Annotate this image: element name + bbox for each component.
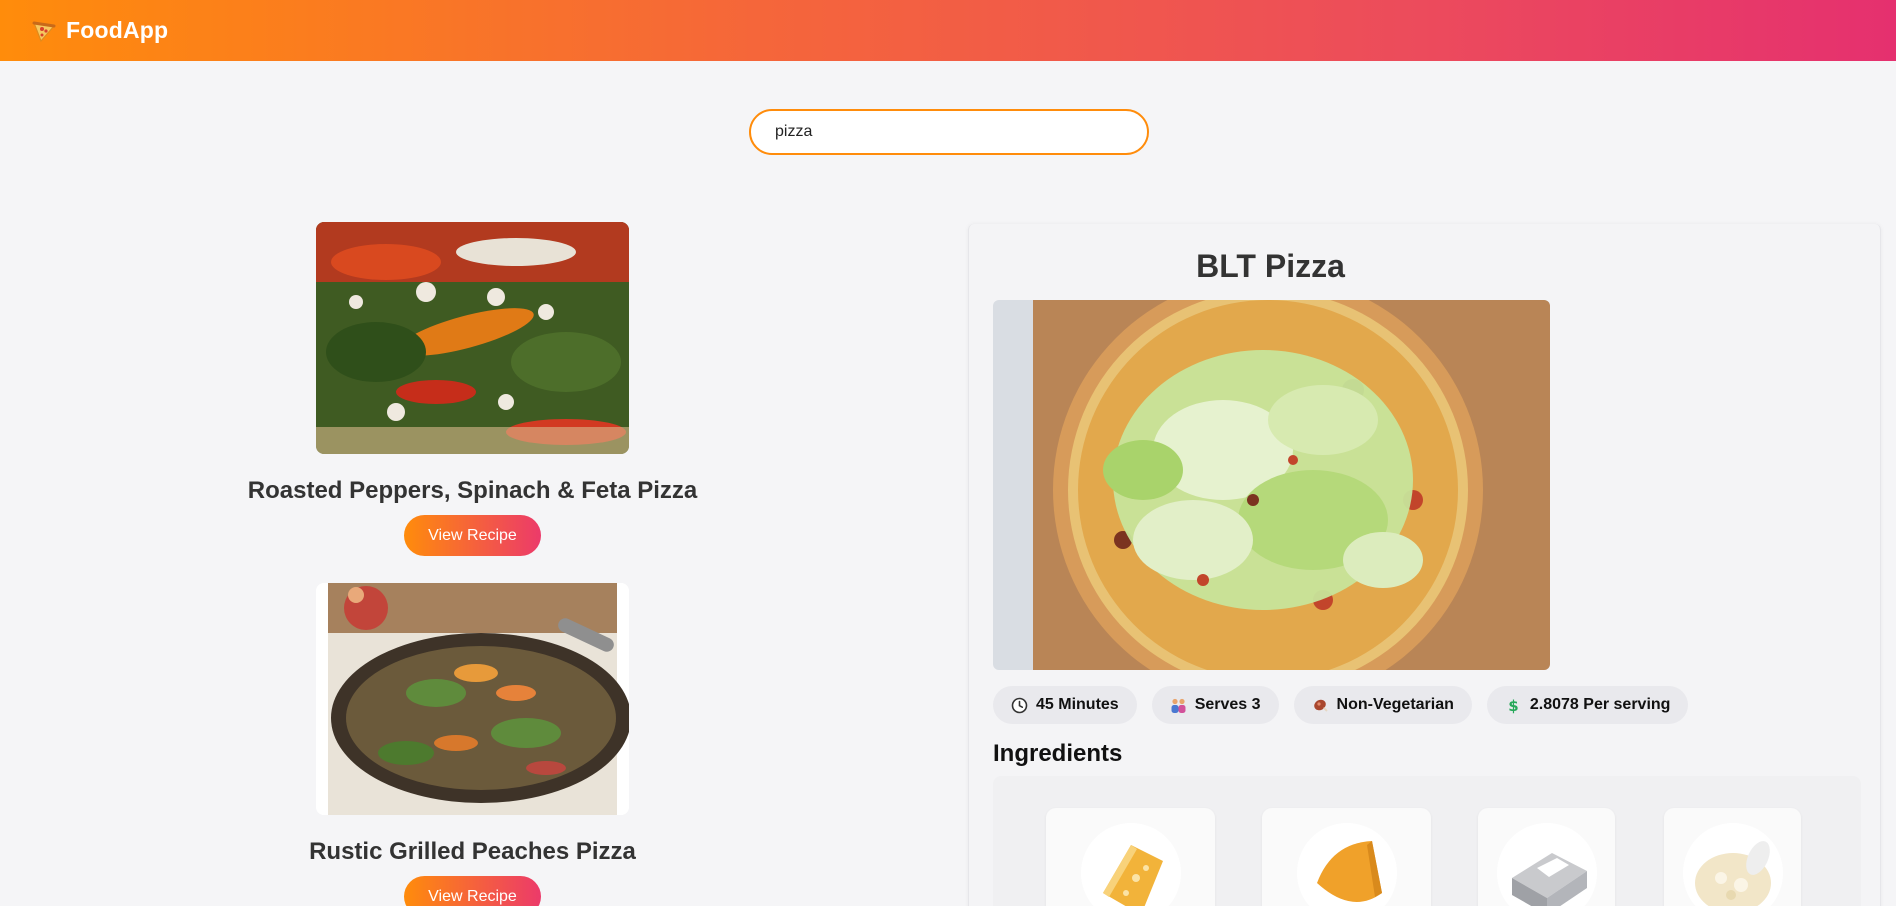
recipe-meta-row: 45 Minutes Serves 3 Non-Vegetarian $ 2.8… [993, 686, 1689, 724]
price-badge: $ 2.8078 Per serving [1486, 686, 1689, 724]
servings-badge: Serves 3 [1151, 686, 1279, 724]
ingredient-card[interactable] [1478, 808, 1615, 906]
recipe-thumbnail[interactable] [316, 222, 629, 454]
view-recipe-button[interactable]: View Recipe [404, 876, 541, 906]
diet-text: Non-Vegetarian [1336, 696, 1454, 713]
meat-icon [1312, 697, 1329, 714]
time-badge: 45 Minutes [993, 686, 1137, 724]
recipe-detail-image [993, 300, 1550, 670]
dollar-icon: $ [1505, 697, 1522, 715]
pizza-slice-icon [30, 17, 58, 45]
diet-badge: Non-Vegetarian [1293, 686, 1472, 724]
ingredient-card[interactable] [1046, 808, 1215, 906]
brand-logo-link[interactable]: FoodApp [30, 17, 168, 45]
recipe-detail-panel: BLT Pizza 45 Minutes Serves 3 Non-Vegeta… [968, 224, 1881, 906]
top-navbar: FoodApp [0, 0, 1896, 61]
clock-icon [1011, 697, 1028, 714]
ingredient-image [1682, 823, 1783, 906]
recipe-title: Roasted Peppers, Spinach & Feta Pizza [247, 477, 698, 504]
people-icon [1170, 697, 1187, 714]
recipe-title: Rustic Grilled Peaches Pizza [309, 838, 636, 865]
ingredient-image [1296, 823, 1397, 906]
ingredients-grid [993, 776, 1861, 906]
brand-name: FoodApp [66, 17, 169, 43]
ingredient-image [1080, 823, 1181, 906]
view-recipe-button[interactable]: View Recipe [404, 515, 541, 556]
ingredient-image [1496, 823, 1597, 906]
search-input[interactable] [749, 109, 1149, 155]
svg-text:$: $ [1508, 697, 1518, 714]
price-text: 2.8078 Per serving [1529, 696, 1671, 713]
ingredient-card[interactable] [1262, 808, 1431, 906]
search-bar [749, 109, 1149, 155]
recipe-thumbnail[interactable] [316, 583, 629, 815]
recipe-card: Roasted Peppers, Spinach & Feta Pizza Vi… [200, 222, 745, 556]
ingredients-heading: Ingredients [993, 740, 1123, 767]
time-text: 45 Minutes [1036, 696, 1119, 713]
recipe-card: Rustic Grilled Peaches Pizza View Recipe [200, 583, 745, 906]
servings-text: Serves 3 [1194, 696, 1261, 713]
ingredient-card[interactable] [1664, 808, 1801, 906]
recipe-detail-title: BLT Pizza [1196, 248, 1345, 284]
